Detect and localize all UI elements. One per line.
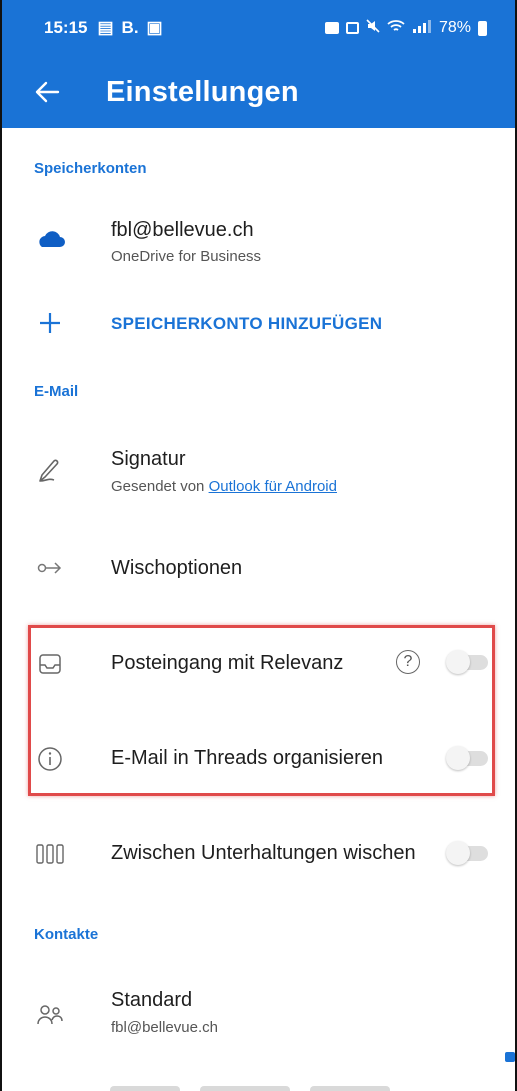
signature-item[interactable]: Signatur Gesendet von Outlook für Androi… — [2, 435, 515, 515]
columns-icon — [32, 836, 68, 872]
toggle-thumb — [446, 841, 470, 865]
section-heading-contacts: Kontakte — [34, 926, 99, 943]
plus-icon — [32, 305, 68, 341]
outlook-android-link[interactable]: Outlook für Android — [209, 478, 337, 495]
add-storage-account-label: SPEICHERKONTO HINZUFÜGEN — [111, 314, 383, 333]
swipe-conversations-toggle[interactable] — [446, 841, 492, 865]
notification-icon-3: ▣ — [146, 18, 163, 37]
next-row-peek — [110, 1082, 430, 1091]
section-heading-storage: Speicherkonten — [34, 160, 147, 177]
signal-icon — [412, 19, 432, 38]
swipe-conversations-item[interactable]: Zwischen Unterhaltungen wischen — [2, 830, 515, 876]
add-storage-account-button[interactable]: SPEICHERKONTO HINZUFÜGEN — [2, 300, 515, 346]
help-icon[interactable]: ? — [396, 650, 420, 674]
focused-inbox-toggle[interactable] — [446, 650, 492, 674]
section-heading-mail: E-Mail — [34, 383, 79, 400]
focused-inbox-label: Posteingang mit Relevanz — [111, 652, 344, 674]
app-bar: 15:15 ▤ B. ▣ 78% Einstellungen — [2, 0, 515, 128]
info-icon — [32, 741, 68, 777]
toolbar: Einstellungen — [2, 56, 515, 128]
inbox-icon — [32, 646, 68, 682]
toggle-thumb — [446, 746, 470, 770]
notification-icon-2: B. — [121, 18, 139, 37]
signature-subtitle: Gesendet von Outlook für Android — [111, 478, 337, 495]
threads-item[interactable]: E-Mail in Threads organisieren — [2, 735, 515, 781]
contacts-default-item[interactable]: Standard fbl@bellevue.ch — [2, 975, 515, 1055]
battery-icon — [478, 20, 487, 36]
contacts-default-sub: fbl@bellevue.ch — [111, 1019, 218, 1036]
status-bar: 15:15 ▤ B. ▣ 78% — [2, 0, 515, 56]
briefcase-icon — [324, 22, 339, 34]
storage-account-item[interactable]: fbl@bellevue.ch OneDrive for Business — [2, 205, 515, 283]
mute-icon — [366, 18, 380, 38]
contacts-default-label: Standard — [111, 989, 193, 1011]
fab-edge[interactable] — [505, 1052, 515, 1062]
threads-toggle[interactable] — [446, 746, 492, 770]
signature-sub-prefix: Gesendet von — [111, 478, 209, 495]
peek-bar-1 — [110, 1086, 180, 1091]
alarm-icon — [345, 22, 359, 34]
peek-bar-3 — [310, 1086, 390, 1091]
storage-account-type: OneDrive for Business — [111, 248, 262, 265]
status-time: 15:15 — [44, 18, 88, 37]
contacts-people-icon — [32, 997, 68, 1033]
swipe-options-label: Wischoptionen — [111, 557, 243, 579]
signature-label: Signatur — [111, 448, 186, 470]
status-notification-icons: ▤ B. ▣ — [97, 18, 162, 38]
back-button[interactable] — [2, 56, 92, 128]
signature-pen-icon — [32, 453, 68, 489]
focused-inbox-item[interactable]: Posteingang mit Relevanz — [2, 640, 515, 686]
toggle-thumb — [446, 650, 470, 674]
onedrive-cloud-icon — [32, 221, 68, 257]
swipe-arrow-icon — [32, 550, 68, 586]
threads-label: E-Mail in Threads organisieren — [111, 747, 383, 769]
arrow-left-icon — [35, 81, 60, 103]
storage-account-email: fbl@bellevue.ch — [111, 219, 254, 241]
battery-percent: 78% — [438, 19, 471, 36]
swipe-conversations-label: Zwischen Unterhaltungen wischen — [111, 842, 416, 864]
notification-icon-1: ▤ — [97, 18, 114, 37]
wifi-icon — [387, 19, 405, 38]
peek-bar-2 — [200, 1086, 290, 1091]
page-title: Einstellungen — [106, 75, 299, 108]
status-system-icons: 78% — [324, 18, 487, 38]
swipe-options-item[interactable]: Wischoptionen — [2, 540, 515, 596]
